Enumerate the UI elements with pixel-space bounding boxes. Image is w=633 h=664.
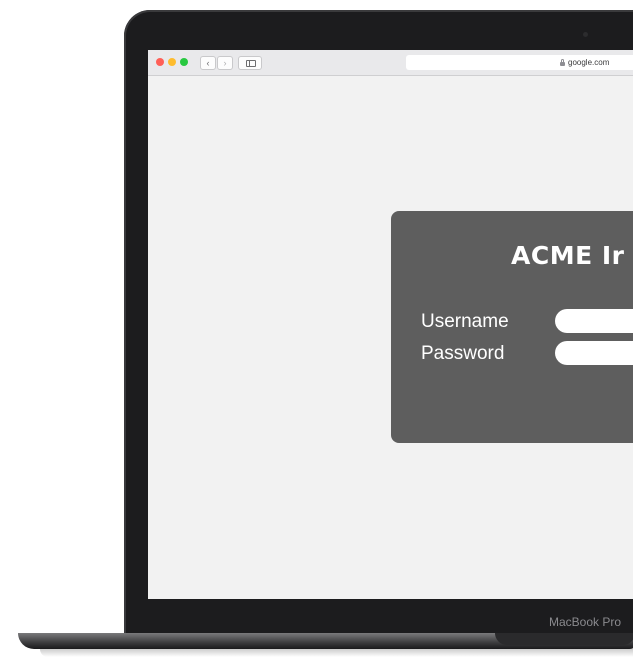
- browser-toolbar: ‹ › google.com: [148, 50, 633, 76]
- chevron-right-icon: ›: [223, 58, 227, 68]
- password-label: Password: [421, 343, 505, 364]
- chevron-left-icon: ‹: [206, 58, 210, 68]
- lock-icon: [560, 59, 565, 66]
- zoom-window-button[interactable]: [180, 58, 188, 66]
- login-title: ACME Ir: [511, 241, 625, 270]
- url-text: google.com: [568, 58, 610, 67]
- laptop-shadow: [40, 649, 633, 657]
- username-input[interactable]: [555, 309, 633, 333]
- forward-button[interactable]: ›: [217, 56, 233, 70]
- camera-icon: [583, 32, 588, 37]
- close-window-button[interactable]: [156, 58, 164, 66]
- back-button[interactable]: ‹: [200, 56, 216, 70]
- address-bar[interactable]: google.com: [406, 55, 633, 70]
- sidebar-icon: [246, 60, 256, 67]
- password-input[interactable]: [555, 341, 633, 365]
- brand-label: MacBook Pro: [549, 615, 622, 629]
- minimize-window-button[interactable]: [168, 58, 176, 66]
- laptop-notch: [495, 633, 633, 645]
- login-card: ACME Ir Username Password: [391, 211, 633, 443]
- browser-window: ‹ › google.com ACME Ir Username Password: [148, 50, 633, 599]
- username-label: Username: [421, 311, 509, 332]
- sidebar-toggle-button[interactable]: [238, 56, 262, 70]
